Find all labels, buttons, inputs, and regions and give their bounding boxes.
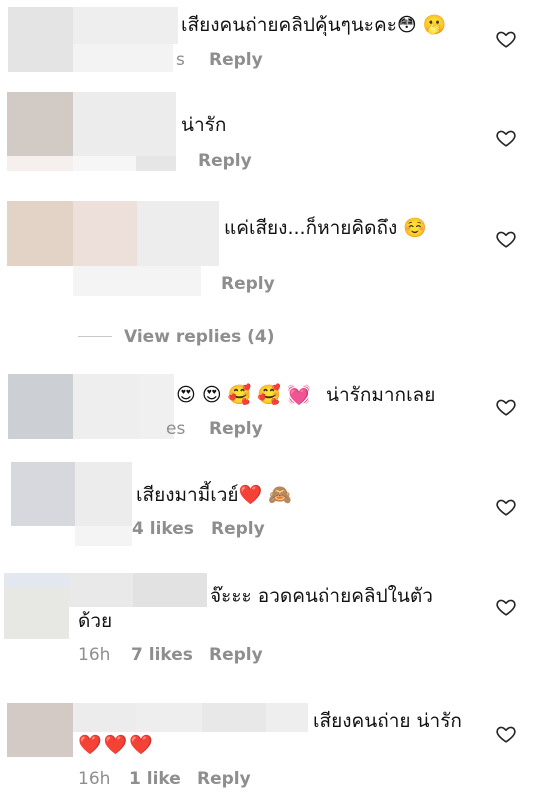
reply-button[interactable]: Reply — [198, 150, 252, 172]
heart-outline-icon[interactable] — [495, 127, 517, 149]
redacted-area — [73, 156, 136, 171]
heart-outline-icon[interactable] — [495, 723, 517, 745]
avatar[interactable] — [7, 201, 73, 266]
avatar[interactable] — [4, 573, 69, 587]
redacted-area — [7, 156, 73, 171]
comment-text: เสียงคนถ่ายคลิปคุ้นๆนะคะ😳 🫢 — [181, 14, 447, 36]
username-redacted — [73, 201, 137, 266]
reply-button[interactable]: Reply — [197, 768, 251, 790]
redacted-area — [136, 156, 176, 171]
avatar[interactable] — [7, 92, 73, 156]
reply-button[interactable]: Reply — [209, 49, 263, 71]
heart-outline-icon[interactable] — [495, 396, 517, 418]
username-redacted — [73, 703, 136, 732]
username-redacted — [69, 573, 133, 607]
comment-emojis: ❤️❤️❤️ — [78, 734, 155, 756]
comment-text: น่ารักมากเลย — [326, 384, 436, 406]
avatar[interactable] — [8, 374, 73, 439]
heart-outline-icon[interactable] — [495, 596, 517, 618]
redacted-area — [73, 44, 173, 72]
comment-meta-partial: es — [166, 419, 186, 439]
reply-button[interactable]: Reply — [221, 273, 275, 295]
heart-outline-icon[interactable] — [495, 496, 517, 518]
reply-button[interactable]: Reply — [211, 518, 265, 540]
username-redacted — [137, 201, 219, 266]
comment-text: เสียงมามี้เวย์❤️ 🙈 — [136, 484, 292, 506]
comment-time: 16h — [78, 645, 111, 665]
comment-time: 16h — [78, 769, 111, 789]
avatar[interactable] — [11, 462, 75, 526]
heart-outline-icon[interactable] — [495, 228, 517, 250]
comment-text: แค่เสียง...ก็หายคิดถึง ☺️ — [224, 217, 427, 239]
comment-text: น่ารัก — [181, 114, 227, 136]
likes-count-partial[interactable]: 4 likes — [132, 518, 194, 540]
username-redacted — [266, 703, 308, 732]
username-redacted — [73, 7, 178, 44]
comment-text: เสียงคนถ่าย น่ารัก — [313, 710, 462, 732]
view-replies-divider — [78, 336, 112, 337]
username-redacted — [136, 703, 202, 732]
redacted-area — [73, 266, 201, 296]
username-redacted — [73, 92, 176, 156]
comment-emojis: 😍 😍 🥰 🥰 💓 — [176, 384, 311, 406]
comment-meta-partial: s — [176, 50, 185, 70]
username-redacted — [202, 703, 266, 732]
likes-count[interactable]: 7 likes — [131, 644, 193, 666]
view-replies-button[interactable]: View replies (4) — [124, 326, 275, 348]
comment-text-line1: จ๊ะะะ อวดคนถ่ายคลิปในตัว — [210, 585, 433, 607]
reply-button[interactable]: Reply — [209, 644, 263, 666]
likes-count[interactable]: 1 like — [129, 768, 181, 790]
reply-button[interactable]: Reply — [209, 418, 263, 440]
heart-outline-icon[interactable] — [495, 28, 517, 50]
username-redacted — [73, 374, 139, 439]
username-redacted — [133, 573, 207, 607]
avatar[interactable] — [7, 703, 73, 757]
username-redacted — [75, 462, 132, 526]
redacted-area — [75, 526, 132, 546]
avatar[interactable] — [4, 587, 69, 639]
comment-text-line2: ด้วย — [78, 610, 113, 632]
avatar[interactable] — [8, 7, 73, 72]
